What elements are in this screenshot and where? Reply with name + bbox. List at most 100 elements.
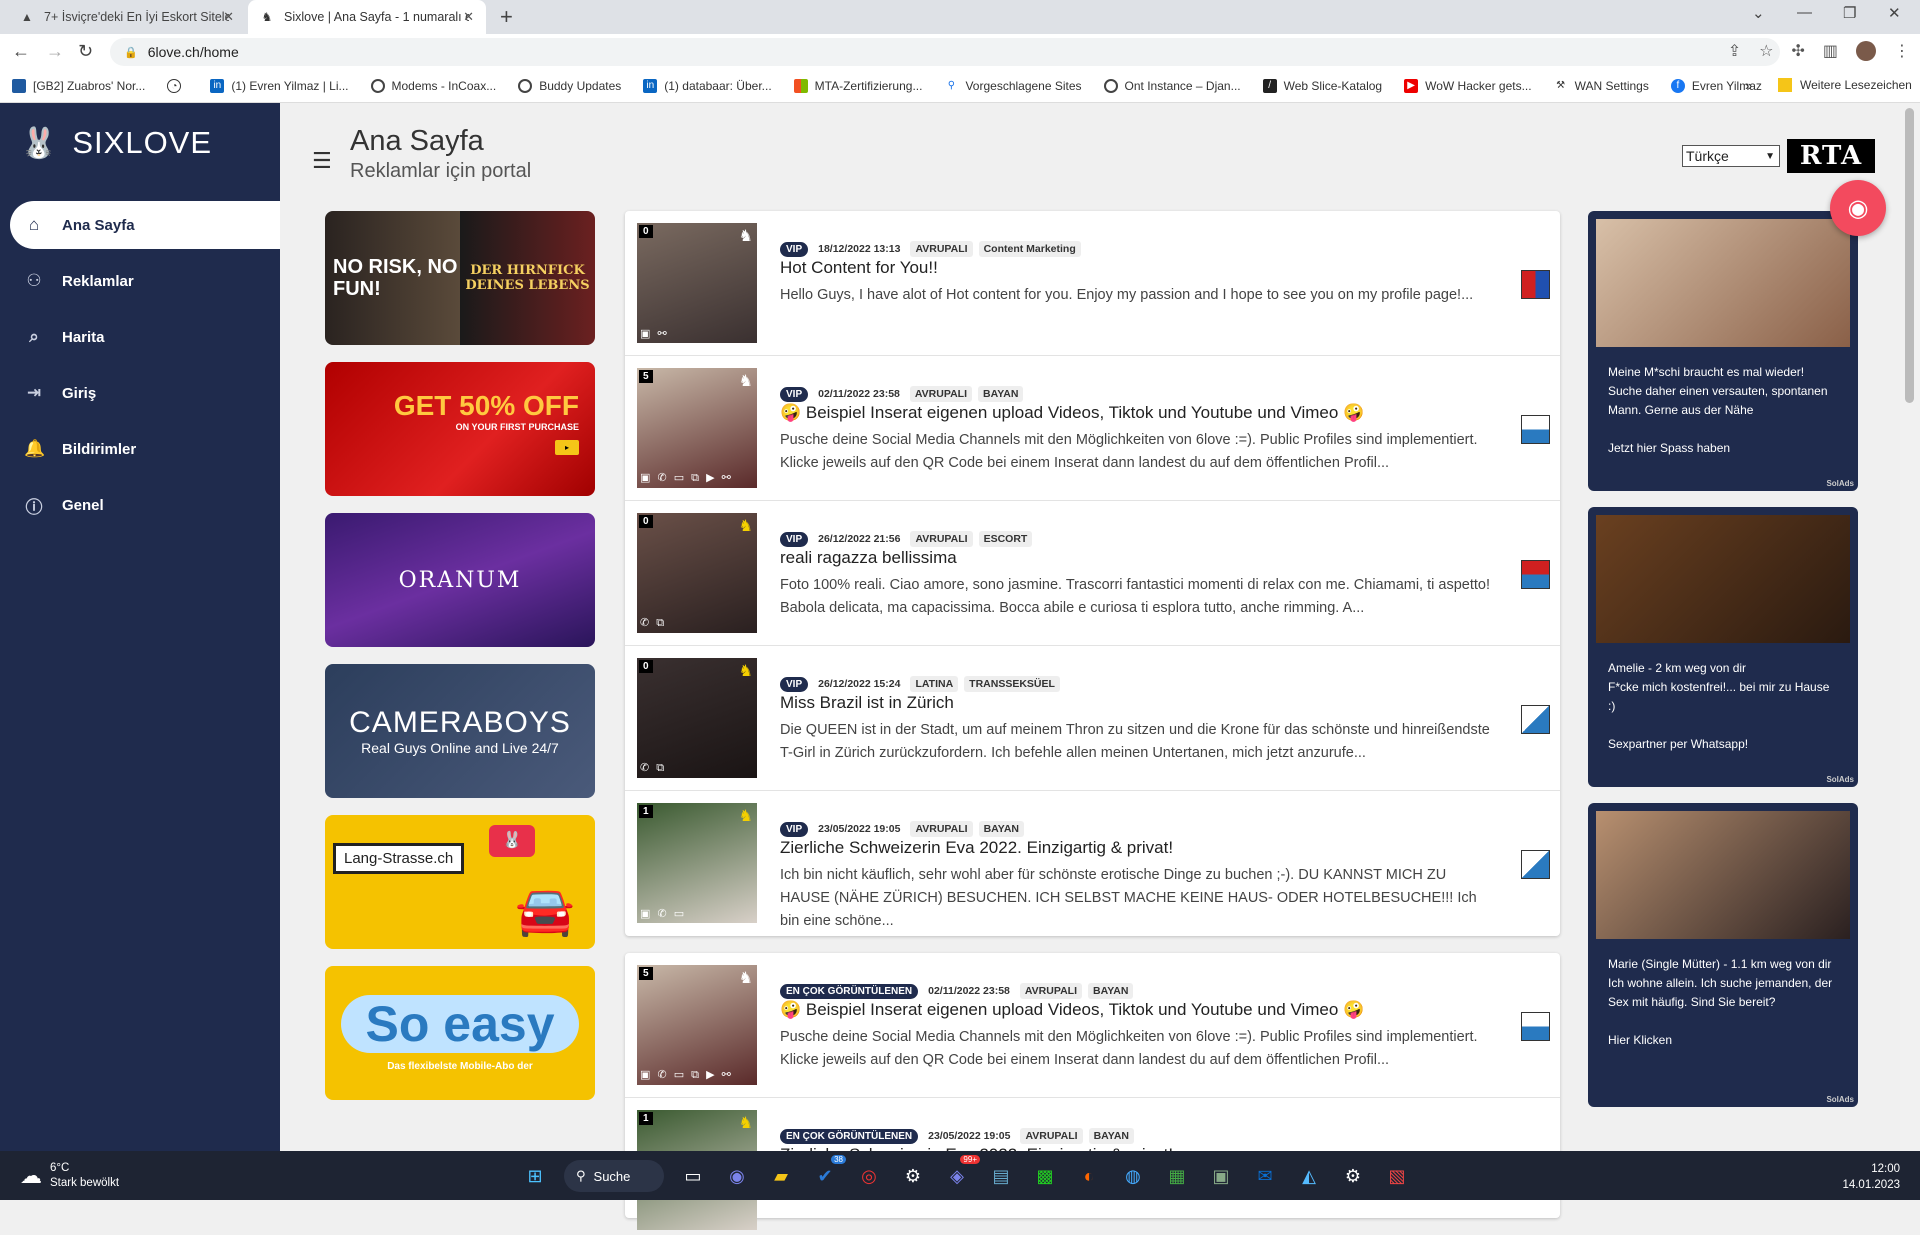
listing-title[interactable]: Miss Brazil ist in Zürich [780,693,954,713]
scrollbar-thumb[interactable] [1905,108,1914,403]
outlook-icon[interactable]: ✉ [1250,1161,1280,1191]
list-item[interactable]: 0 ♞ ▣ ⚯ VIP 18/12/2022 13:13 AVRUPALI Content… [625,211,1560,356]
ad-banner[interactable]: Lang-Strasse.ch 🐰 🚘 [325,815,595,949]
ad-banner[interactable]: GET 50% OFF ON YOUR FIRST PURCHASE ▸ [325,362,595,496]
photo-count-badge: 1 [639,1112,653,1125]
ad-banner[interactable]: NO RISK, NO FUN! DER HIRNFICK DEINES LEBE… [325,211,595,345]
notepad-icon[interactable]: ▤ [986,1161,1016,1191]
photos-icon[interactable]: ◭ [1294,1161,1324,1191]
list-item[interactable]: 5 ♞ ▣ ✆ ▭ ⧉ ▶ ⚯ VIP 02/11/2022 23:58 AVRUPAL… [625,356,1560,501]
vm-icon[interactable]: ▣ [1206,1161,1236,1191]
listing-thumbnail[interactable]: 0 ♞ ✆ ⧉ [637,658,757,778]
ad-card[interactable]: Meine M*schi braucht es mal wieder! Such… [1588,211,1858,491]
chat-icon[interactable]: ◉ [722,1161,752,1191]
listing-title[interactable]: 🤪 Beispiel Inserat eigenen upload Videos… [780,1000,1364,1020]
feature-icons: ✆ ⧉ [640,762,667,774]
ad-card[interactable]: Amelie - 2 km weg von dir F*cke mich kos… [1588,507,1858,787]
list-item[interactable]: 0 ♞ ✆ ⧉ VIP 26/12/2022 15:24 LATINA TRANSSEKS… [625,646,1560,791]
back-icon[interactable]: ← [12,41,30,62]
listing-title[interactable]: Zierliche Schweizerin Eva 2022. Einzigar… [780,838,1173,858]
listing-thumbnail[interactable]: 5 ♞ ▣ ✆ ▭ ⧉ ▶ ⚯ [637,368,757,488]
bookmark[interactable]: ▶ WoW Hacker gets... [1404,79,1532,93]
sidebar-item-general[interactable]: ⓘ Genel [0,481,280,529]
bookmark[interactable]: [GB2] Zuabros' Nor... [12,79,145,93]
ad-banner[interactable]: ORANUM [325,513,595,647]
restore-icon[interactable]: ❐ [1843,4,1856,22]
bookmark[interactable]: Modems - InCoax... [370,79,496,93]
tab-1[interactable]: ▲ 7+ İsviçre'deki En İyi Eskort Sitele ✕ [8,0,246,34]
listing-thumbnail[interactable]: 1 ♞ ▣ ✆ ▭ [637,803,757,923]
discord-app-icon[interactable]: ◈ 99+ [942,1155,980,1191]
hamburger-menu-icon[interactable]: ☰ [312,148,332,174]
ad-banner[interactable]: CAMERABOYS Real Guys Online and Live 24/7 [325,664,595,798]
sidebar-item-login[interactable]: ⇥ Giriş [0,369,280,417]
network-icon[interactable]: ⚙ [898,1161,928,1191]
settings-icon[interactable]: ⚙ [1338,1161,1368,1191]
sidebar-item-label: Ana Sayfa [62,216,135,234]
avatar[interactable] [1856,41,1876,61]
weather-widget[interactable]: ☁ 6°C Stark bewölkt [20,1161,119,1191]
bookmark[interactable]: Buddy Updates [518,79,621,93]
tab-search-icon[interactable]: ⌄ [1752,4,1765,22]
globe-icon [370,79,385,93]
bookmark[interactable]: ◔ [167,79,188,93]
share-icon[interactable]: ⇪ [1728,41,1741,61]
start-icon[interactable]: ⊞ [520,1161,550,1191]
task-view-icon[interactable]: ▭ [678,1161,708,1191]
pycharm-icon[interactable]: ▩ [1030,1161,1060,1191]
paint-icon[interactable]: ▧ [1382,1161,1412,1191]
listing-title[interactable]: reali ragazza bellissima [780,548,957,568]
sidebar-item-notifications[interactable]: 🔔 Bildirimler [0,425,280,473]
sidebar-item-map[interactable]: ⌕ Harita [0,313,280,361]
sidebar-item-ads[interactable]: ⚇ Reklamlar [0,257,280,305]
more-bookmarks-icon[interactable]: » [1745,78,1752,93]
close-window-icon[interactable]: ✕ [1888,4,1901,22]
discord-icon[interactable]: ◉ [1830,180,1886,236]
language-select[interactable]: Türkçe ▼ [1682,145,1780,167]
facebook-icon: f [1670,79,1685,93]
tab-2[interactable]: ♞ Sixlove | Ana Sayfa - 1 numaralı e ✕ [248,0,486,34]
star-icon[interactable]: ☆ [1759,41,1773,61]
rta-logo[interactable]: RTA [1787,139,1875,173]
chrome-icon[interactable]: ◎ [854,1161,884,1191]
bookmark[interactable]: ⚒ WAN Settings [1554,79,1649,93]
bookmark[interactable]: ⚲ Vorgeschlagene Sites [944,79,1082,93]
list-item[interactable]: 5 ♞ ▣ ✆ ▭ ⧉ ▶ ⚯ EN ÇOK GÖRÜNTÜLENEN 02/11/2… [625,953,1560,1098]
bookmark[interactable]: Ont Instance – Djan... [1103,79,1241,93]
menu-icon[interactable]: ⋮ [1894,41,1910,61]
app-icon[interactable]: ◐ [1074,1161,1104,1191]
new-tab-button[interactable]: + [500,4,513,30]
ad-card[interactable]: Marie (Single Mütter) - 1.1 km weg von d… [1588,803,1858,1107]
sidebar-item-home[interactable]: ⌂ Ana Sayfa [10,201,280,249]
tasks-icon[interactable]: ✔ 38 [810,1155,846,1191]
page-scrollbar[interactable] [1900,103,1920,1151]
listing-title[interactable]: Hot Content for You!! [780,258,938,278]
taskbar-search[interactable]: ⚲ Suche [564,1160,664,1192]
clock[interactable]: 12:00 14.01.2023 [1842,1161,1900,1193]
winscp-icon[interactable]: ▦ [1162,1161,1192,1191]
listing-title[interactable]: 🤪 Beispiel Inserat eigenen upload Videos… [780,403,1364,423]
brand-logo[interactable]: 🐰 SIXLOVE [20,125,212,161]
explorer-icon[interactable]: ▰ [766,1161,796,1191]
bookmark-label: Ont Instance – Djan... [1124,79,1241,93]
bookmark[interactable]: / Web Slice-Katalog [1262,79,1382,93]
bookmark[interactable]: in (1) databaar: Über... [643,79,772,93]
ad-banner[interactable]: So easy Das flexibelste Mobile-Abo der [325,966,595,1100]
minimize-icon[interactable]: — [1797,4,1812,21]
address-bar[interactable]: 🔒 6love.ch/home [110,38,1780,66]
messenger-icon[interactable]: ◍ [1118,1161,1148,1191]
list-item[interactable]: 0 ♞ ✆ ⧉ VIP 26/12/2022 21:56 AVRUPALI ESCORT … [625,501,1560,646]
list-item[interactable]: 1 ♞ ▣ ✆ ▭ VIP 23/05/2022 19:05 AVRUPALI BAYAN… [625,791,1560,936]
forward-icon[interactable]: → [46,41,64,62]
listing-thumbnail[interactable]: 5 ♞ ▣ ✆ ▭ ⧉ ▶ ⚯ [637,965,757,1085]
reload-icon[interactable]: ↻ [78,41,93,62]
close-icon[interactable]: ✕ [223,9,234,25]
extensions-icon[interactable]: ✣ [1791,41,1804,61]
other-bookmarks[interactable]: Weitere Lesezeichen [1778,78,1912,92]
sidepanel-icon[interactable]: ▥ [1823,41,1838,61]
close-icon[interactable]: ✕ [463,9,474,25]
listing-thumbnail[interactable]: 0 ♞ ✆ ⧉ [637,513,757,633]
bookmark[interactable]: MTA-Zertifizierung... [793,79,922,93]
listing-thumbnail[interactable]: 0 ♞ ▣ ⚯ [637,223,757,343]
bookmark[interactable]: in (1) Evren Yilmaz | Li... [210,79,349,93]
